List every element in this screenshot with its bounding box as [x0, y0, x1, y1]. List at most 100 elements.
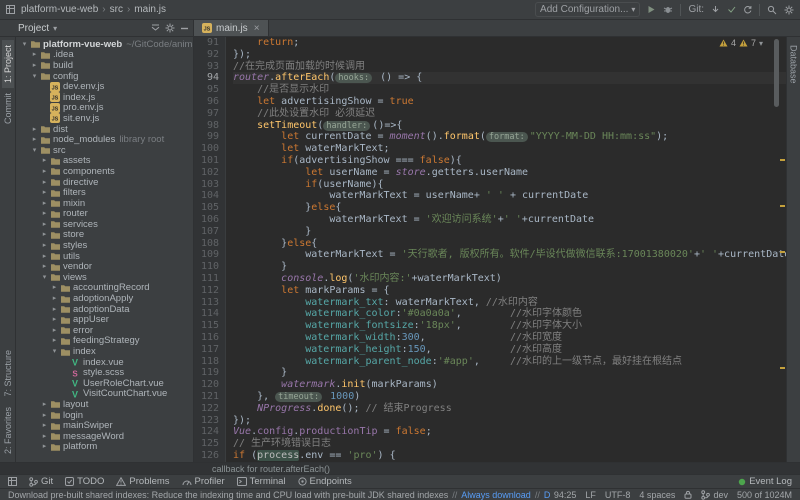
code-line[interactable]: } — [233, 261, 786, 273]
line-number[interactable]: 98 — [194, 120, 219, 132]
chevron-down-icon[interactable]: ▾ — [20, 41, 29, 48]
tree-item-components[interactable]: ▸ components — [16, 166, 193, 177]
code-line[interactable]: } — [233, 226, 786, 238]
code-line[interactable]: } — [233, 367, 786, 379]
tool-window-switcher-icon[interactable] — [8, 477, 17, 486]
code-line[interactable]: watermark_fontsize:'18px', //水印字体大小 — [233, 320, 786, 332]
chevron-right-icon[interactable]: ▸ — [50, 337, 59, 344]
run-configuration-select[interactable]: Add Configuration... ▾ — [535, 2, 641, 17]
line-number[interactable]: 104 — [194, 190, 219, 202]
code-line[interactable]: //在完成页面加载的时候调用 — [233, 61, 786, 73]
code-line[interactable]: waterMarkText = '天行歌者, 版权所有。软件/毕设代做微信联系:… — [233, 249, 786, 261]
tree-item-services[interactable]: ▸ services — [16, 219, 193, 230]
chevron-right-icon[interactable]: ▸ — [30, 136, 39, 143]
line-number[interactable]: 93 — [194, 61, 219, 73]
tree-item-layout[interactable]: ▸ layout — [16, 399, 193, 410]
line-number[interactable]: 118 — [194, 356, 219, 368]
chevron-right-icon[interactable]: ▸ — [30, 62, 39, 69]
chevron-down-icon[interactable]: ▾ — [50, 348, 59, 355]
tool-strip-button-2-favorites[interactable]: 2: Favorites — [2, 402, 14, 459]
tree-item-directive[interactable]: ▸ directive — [16, 177, 193, 188]
line-number[interactable]: 106 — [194, 214, 219, 226]
line-number[interactable]: 123 — [194, 415, 219, 427]
code-line[interactable]: watermark_txt: waterMarkText, //水印内容 — [233, 297, 786, 309]
chevron-right-icon[interactable]: ▸ — [40, 253, 49, 260]
line-number[interactable]: 114 — [194, 308, 219, 320]
code-line[interactable]: Vue.config.productionTip = false; — [233, 426, 786, 438]
line-number[interactable]: 119 — [194, 367, 219, 379]
tree-item-accountingrecord[interactable]: ▸ accountingRecord — [16, 283, 193, 294]
chevron-right-icon[interactable]: ▸ — [40, 168, 49, 175]
line-number[interactable]: 125 — [194, 438, 219, 450]
tree-item-filters[interactable]: ▸ filters — [16, 187, 193, 198]
tool-window-button-todo[interactable]: TODO — [65, 476, 104, 487]
tree-item-sit-env-js[interactable]: JS sit.env.js — [16, 113, 193, 124]
chevron-right-icon[interactable]: ▸ — [50, 316, 59, 323]
line-number[interactable]: 96 — [194, 96, 219, 108]
chevron-right-icon[interactable]: ▸ — [50, 295, 59, 302]
tool-strip-button-database[interactable]: Database — [788, 40, 800, 89]
line-number[interactable]: 101 — [194, 155, 219, 167]
tree-item-mixin[interactable]: ▸ mixin — [16, 198, 193, 209]
chevron-right-icon[interactable]: ▸ — [40, 401, 49, 408]
chevron-right-icon[interactable]: ▸ — [40, 179, 49, 186]
code-line[interactable]: watermark.init(markParams) — [233, 379, 786, 391]
code-line[interactable]: }else{ — [233, 202, 786, 214]
chevron-down-icon[interactable]: ▾ — [53, 24, 57, 33]
warning-stripe-mark[interactable] — [780, 159, 785, 161]
tool-window-button-problems[interactable]: Problems — [116, 476, 170, 487]
event-log-button[interactable]: Event Log — [738, 476, 792, 487]
line-number[interactable]: 102 — [194, 167, 219, 179]
tree-item-platform[interactable]: ▸ platform — [16, 442, 193, 453]
code-line[interactable]: waterMarkText = '欢迎访问系统'+' '+currentDate — [233, 214, 786, 226]
play-icon[interactable] — [647, 5, 656, 14]
code-line[interactable]: return; — [233, 37, 786, 49]
tree-item-build[interactable]: ▸ build — [16, 60, 193, 71]
line-number[interactable]: 116 — [194, 332, 219, 344]
status-item-lock[interactable] — [684, 490, 692, 499]
warning-stripe-mark[interactable] — [780, 367, 785, 369]
close-icon[interactable]: × — [254, 23, 260, 34]
tree-item-pro-env-js[interactable]: JS pro.env.js — [16, 103, 193, 113]
code-line[interactable]: //是否显示水印 — [233, 84, 786, 96]
code-line[interactable]: if (process.env == 'pro') { — [233, 449, 786, 462]
gear-icon[interactable] — [165, 23, 175, 33]
code-area[interactable]: return;});//在完成页面加载的时候调用 router.afterEach… — [226, 37, 786, 462]
main-menu-icon[interactable] — [6, 5, 15, 14]
tree-item-messageword[interactable]: ▸ messageWord — [16, 431, 193, 442]
tree-item-index-vue[interactable]: Vindex.vue — [16, 357, 193, 368]
warning-stripe-mark[interactable] — [780, 205, 785, 207]
line-number[interactable]: 92 — [194, 49, 219, 61]
inspections-widget[interactable]: 4 7 ▾ — [715, 38, 766, 48]
line-number[interactable]: 94 — [194, 72, 219, 84]
tree-item-utils[interactable]: ▸ utils — [16, 251, 193, 262]
line-number[interactable]: 95 — [194, 84, 219, 96]
bug-icon[interactable] — [663, 5, 673, 14]
scrollbar-thumb[interactable] — [774, 39, 779, 107]
status-link-always-download[interactable]: Always download — [461, 490, 531, 500]
chevron-right-icon[interactable]: ▸ — [40, 263, 49, 270]
tool-window-button-profiler[interactable]: Profiler — [182, 476, 225, 487]
tree-item-index-js[interactable]: JS index.js — [16, 92, 193, 103]
tree-item-adoptiondata[interactable]: ▸ adoptionData — [16, 304, 193, 315]
tree-item-store[interactable]: ▸ store — [16, 230, 193, 241]
line-number[interactable]: 108 — [194, 238, 219, 250]
chevron-down-icon[interactable]: ▾ — [30, 147, 39, 154]
chevron-right-icon[interactable]: ▸ — [30, 126, 39, 133]
line-number[interactable]: 109 — [194, 249, 219, 261]
tree-item-appuser[interactable]: ▸ appUser — [16, 314, 193, 325]
line-number[interactable]: 107 — [194, 226, 219, 238]
tree-item-idea[interactable]: ▸ .idea — [16, 50, 193, 61]
breadcrumb-item-src[interactable]: src — [110, 4, 123, 15]
tool-window-button-endpoints[interactable]: Endpoints — [297, 476, 352, 487]
collapse-icon[interactable] — [151, 24, 160, 33]
breadcrumb-item-platform-vue-web[interactable]: platform-vue-web — [21, 4, 98, 15]
chevron-right-icon[interactable]: ▸ — [40, 157, 49, 164]
code-line[interactable]: let waterMarkText; — [233, 143, 786, 155]
line-number[interactable]: 103 — [194, 179, 219, 191]
tree-item-mainswiper[interactable]: ▸ mainSwiper — [16, 420, 193, 431]
tree-item-styles[interactable]: ▸ styles — [16, 240, 193, 251]
revert-icon[interactable] — [743, 5, 752, 14]
breadcrumb-item-main-js[interactable]: main.js — [134, 4, 166, 15]
line-number[interactable]: 121 — [194, 391, 219, 403]
